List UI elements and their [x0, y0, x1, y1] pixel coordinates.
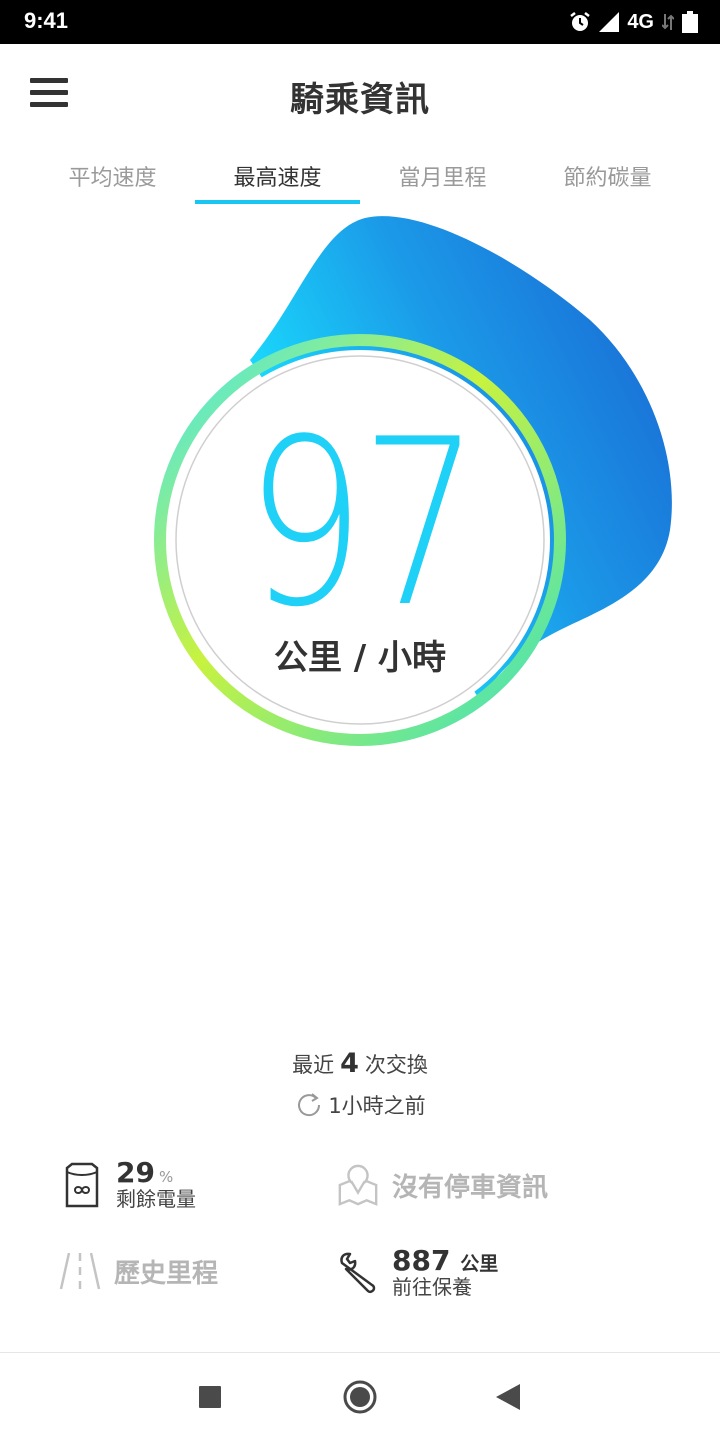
maintenance-info[interactable]: 887 公里 前往保養: [336, 1246, 498, 1299]
recents-square-icon[interactable]: [188, 1375, 232, 1419]
swap-suffix: 次交換: [364, 1053, 428, 1077]
home-circle-icon[interactable]: [338, 1375, 382, 1419]
parking-info[interactable]: 沒有停車資訊: [336, 1160, 548, 1210]
maintenance-unit: 公里: [460, 1253, 499, 1275]
alarm-icon: [570, 12, 591, 31]
battery-pack-icon: [65, 1162, 99, 1207]
signal-icon: [599, 12, 620, 32]
history-label: 歷史里程: [114, 1258, 219, 1289]
speed-gauge: 97 公里 / 小時: [0, 210, 720, 770]
tab-bar: 平均速度 最高速度 當月里程 節約碳量: [30, 150, 690, 204]
maintenance-value: 887: [392, 1244, 451, 1277]
swap-time-ago: 1小時之前: [328, 1094, 426, 1118]
system-nav-bar: [0, 1353, 720, 1440]
refresh-icon[interactable]: [294, 1090, 324, 1120]
map-pin-icon: [338, 1164, 378, 1206]
battery-unit: %: [158, 1168, 174, 1186]
swap-summary: 最近 4 次交換: [0, 1048, 720, 1079]
swap-count: 4: [340, 1048, 359, 1079]
battery-value: 29: [116, 1156, 155, 1189]
tab-carbon-saved[interactable]: 節約碳量: [525, 150, 690, 204]
battery-label: 剩餘電量: [116, 1187, 196, 1212]
status-time: 9:41: [24, 8, 69, 33]
swap-prefix: 最近: [292, 1053, 335, 1077]
wrench-icon: [340, 1252, 376, 1293]
tab-monthly-mileage[interactable]: 當月里程: [360, 150, 525, 204]
network-type: 4G: [627, 10, 654, 33]
battery-status-icon: [682, 11, 698, 33]
speed-unit: 公里 / 小時: [273, 638, 447, 678]
battery-info[interactable]: 29% 剩餘電量: [60, 1158, 196, 1211]
maintenance-label: 前往保養: [392, 1275, 472, 1300]
parking-label: 沒有停車資訊: [392, 1172, 549, 1203]
max-speed-value: 97: [244, 391, 480, 658]
history-info[interactable]: 歷史里程: [58, 1246, 218, 1296]
road-icon: [59, 1252, 101, 1290]
tab-average-speed[interactable]: 平均速度: [30, 150, 195, 204]
status-icons: 4G: [569, 9, 698, 35]
status-bar: 9:41 4G: [0, 0, 720, 44]
tab-max-speed[interactable]: 最高速度: [195, 150, 360, 204]
swap-time[interactable]: 1小時之前: [0, 1090, 720, 1120]
back-triangle-icon[interactable]: [486, 1375, 530, 1419]
page-title: 騎乘資訊: [290, 80, 430, 120]
app-header: 騎乘資訊: [0, 44, 720, 144]
data-arrows-icon: [662, 14, 674, 30]
